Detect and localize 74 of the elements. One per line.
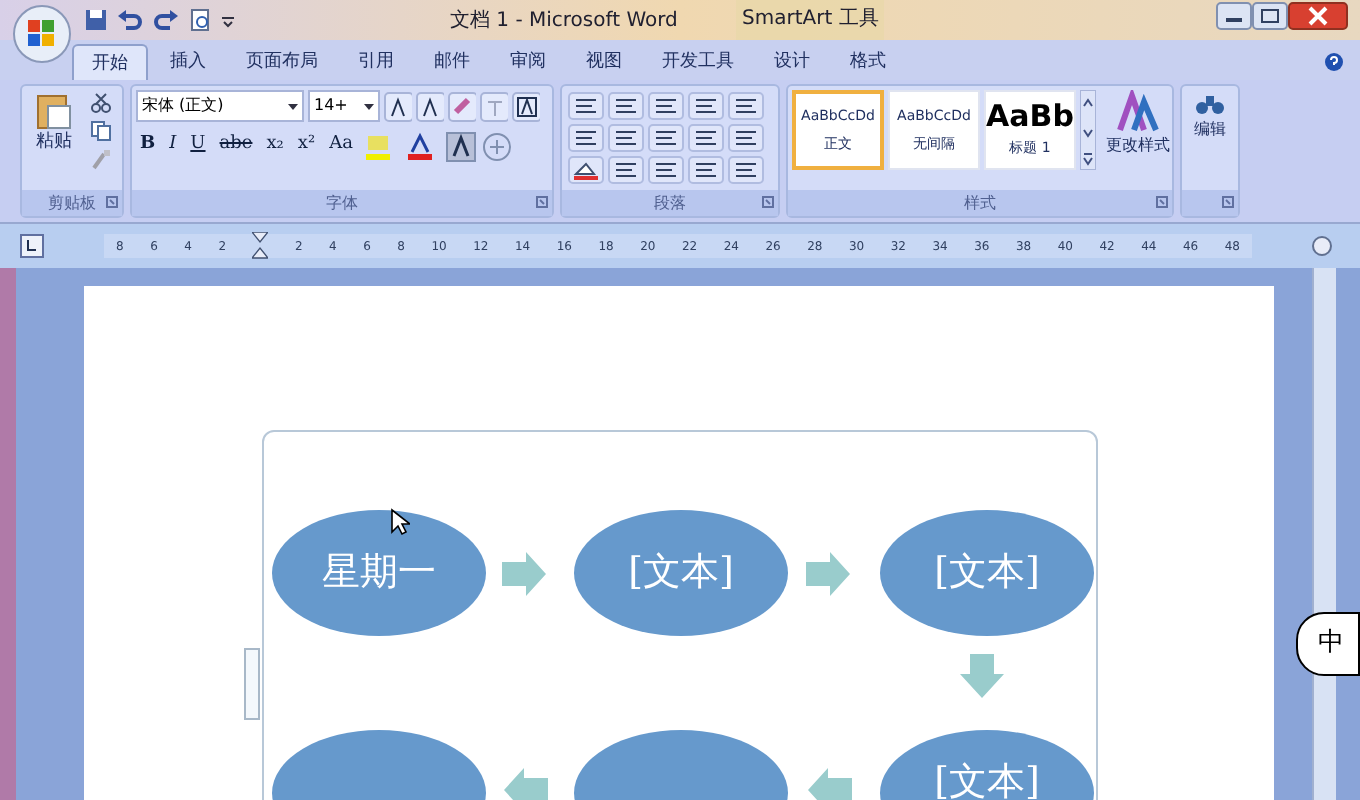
shape-text: [文本] <box>628 548 734 599</box>
shrink-font-icon[interactable] <box>416 91 444 121</box>
format-button[interactable]: x₂ <box>262 132 288 160</box>
ime-indicator[interactable]: 中 <box>1296 612 1360 676</box>
paste-label: 粘贴 <box>36 130 72 154</box>
save-icon[interactable] <box>84 8 108 32</box>
change-styles-label: 更改样式 <box>1106 134 1170 158</box>
dialog-launcher-icon[interactable] <box>536 196 548 208</box>
style-preview: AaBb <box>986 100 1074 133</box>
tab-selector-icon[interactable] <box>20 234 44 258</box>
dialog-launcher-icon[interactable] <box>1156 196 1168 208</box>
block-arrow-icon <box>504 768 548 800</box>
paste-button[interactable]: 粘贴 <box>28 90 80 174</box>
font-name-value: 宋体 (正文) <box>142 94 224 118</box>
block-arrow-icon <box>502 552 546 596</box>
ribbon-tab[interactable]: 审阅 <box>492 44 564 80</box>
fill-bucket-icon[interactable] <box>568 156 604 184</box>
format-button[interactable]: B <box>136 132 160 160</box>
minimize-icon[interactable] <box>1216 2 1252 30</box>
group-label: 字体 <box>326 191 358 215</box>
ribbon-tab[interactable]: 邮件 <box>416 44 488 80</box>
shape-text: 星期一 <box>322 548 436 599</box>
ribbon-tab[interactable]: 插入 <box>152 44 224 80</box>
format-button[interactable]: I <box>165 132 181 160</box>
gallery-scroll-icon[interactable] <box>1080 90 1096 170</box>
format-button[interactable]: x² <box>293 132 320 160</box>
redo-icon[interactable] <box>152 8 180 32</box>
char-border-icon[interactable] <box>512 91 540 121</box>
dialog-launcher-icon[interactable] <box>106 196 118 208</box>
shape-text: [文本] <box>934 548 1040 599</box>
help-icon[interactable] <box>1324 52 1344 72</box>
context-tab-group-label: SmartArt 工具 <box>736 0 885 40</box>
close-icon[interactable] <box>1288 2 1348 30</box>
copy-icon[interactable] <box>90 120 112 142</box>
format-button[interactable]: abe <box>215 132 257 160</box>
styles-letters-icon[interactable] <box>1116 90 1160 134</box>
format-button[interactable]: Aa <box>325 132 357 160</box>
dropdown-caret-icon[interactable] <box>288 103 298 109</box>
shape-text: [文本] <box>934 758 1040 800</box>
ribbon-tab[interactable]: 开始 <box>72 44 148 80</box>
block-arrow-icon <box>808 768 852 800</box>
block-arrow-icon <box>806 552 850 596</box>
binoculars-icon[interactable] <box>1194 90 1226 118</box>
clipboard-icon[interactable] <box>34 90 74 130</box>
ribbon-tab[interactable]: 视图 <box>568 44 640 80</box>
grow-font-icon[interactable] <box>384 91 412 121</box>
block-arrow-icon <box>960 654 1004 698</box>
dropdown-caret-icon[interactable] <box>364 103 374 109</box>
maximize-icon[interactable] <box>1252 2 1288 30</box>
window-title: 文档 1 - Microsoft Word <box>450 7 678 36</box>
editing-label: 编辑 <box>1194 118 1226 142</box>
ribbon-tab[interactable]: 格式 <box>832 44 904 80</box>
font-size-field[interactable]: 14+ <box>308 90 380 122</box>
ruler-toggle-icon[interactable] <box>1312 236 1332 256</box>
dialog-launcher-icon[interactable] <box>1222 196 1234 208</box>
print-preview-icon[interactable] <box>188 8 212 32</box>
font-size-value: 14+ <box>314 94 348 118</box>
dialog-launcher-icon[interactable] <box>762 196 774 208</box>
undo-icon[interactable] <box>116 8 144 32</box>
indent-marker-icon[interactable] <box>252 232 269 260</box>
group-label: 段落 <box>654 191 686 215</box>
group-label: 剪贴板 <box>48 191 96 215</box>
group-label: 样式 <box>964 191 996 215</box>
char-shading-icon[interactable] <box>446 131 477 161</box>
text-pane-toggle[interactable] <box>244 648 260 720</box>
mouse-pointer-icon[interactable] <box>390 508 410 536</box>
font-name-field[interactable]: 宋体 (正文) <box>136 90 304 122</box>
ribbon-tab[interactable]: 设计 <box>756 44 828 80</box>
ribbon-tab[interactable]: 页面布局 <box>228 44 336 80</box>
change-styles-button[interactable]: 更改样式 <box>1100 90 1176 158</box>
scissors-icon[interactable] <box>90 92 112 114</box>
ribbon-tab[interactable]: 开发工具 <box>644 44 752 80</box>
format-button[interactable]: U <box>186 132 210 160</box>
ribbon-tab[interactable]: 引用 <box>340 44 412 80</box>
